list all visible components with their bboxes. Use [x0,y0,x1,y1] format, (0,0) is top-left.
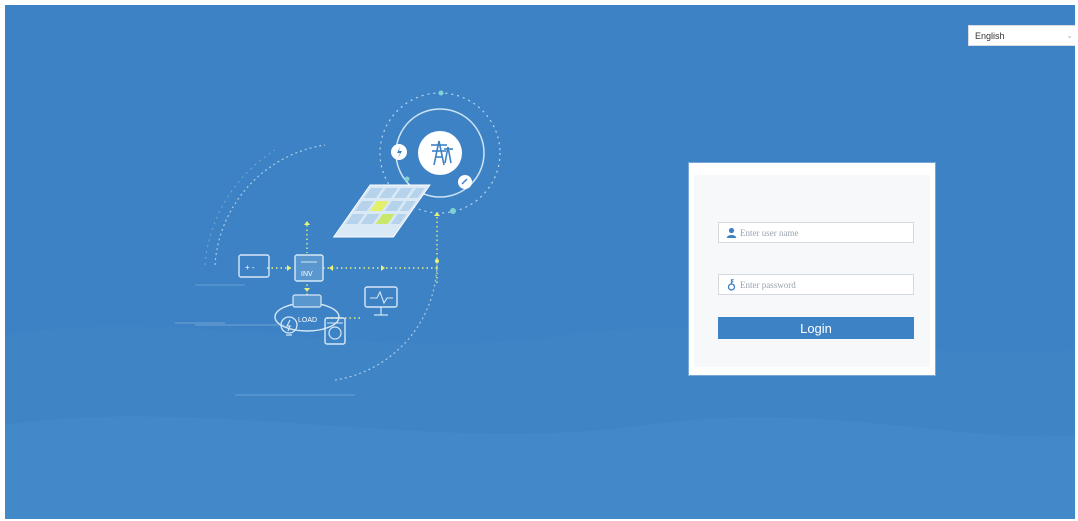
svg-text:INV: INV [301,271,313,278]
chevron-down-icon: ⌄ [1066,31,1073,40]
login-panel: Login [689,163,935,375]
monitor-icon [364,286,398,316]
bolt-icon [391,144,407,160]
language-select[interactable]: English ⌄ [968,25,1075,46]
solar-panel-icon [332,184,431,238]
load-icon: LOAD [274,294,340,332]
inverter-icon: INV [294,254,324,282]
battery-icon: + - [238,254,270,278]
gauge-icon [458,175,472,189]
language-select-value: English [975,30,1005,41]
login-form: Login [694,175,930,367]
username-input[interactable] [740,227,900,238]
energy-system-illustration: + - INV LOAD [175,90,501,396]
login-button[interactable]: Login [718,317,914,339]
key-icon [725,278,737,291]
svg-text:LOAD: LOAD [298,317,317,324]
washing-machine-icon [324,317,346,345]
login-screen: + - INV LOAD English ⌄ Enter user name L… [5,5,1075,519]
user-icon [725,227,737,239]
password-field[interactable] [718,274,914,295]
username-field[interactable] [718,222,914,243]
svg-text:+ -: + - [245,263,255,272]
password-input[interactable] [740,279,900,290]
